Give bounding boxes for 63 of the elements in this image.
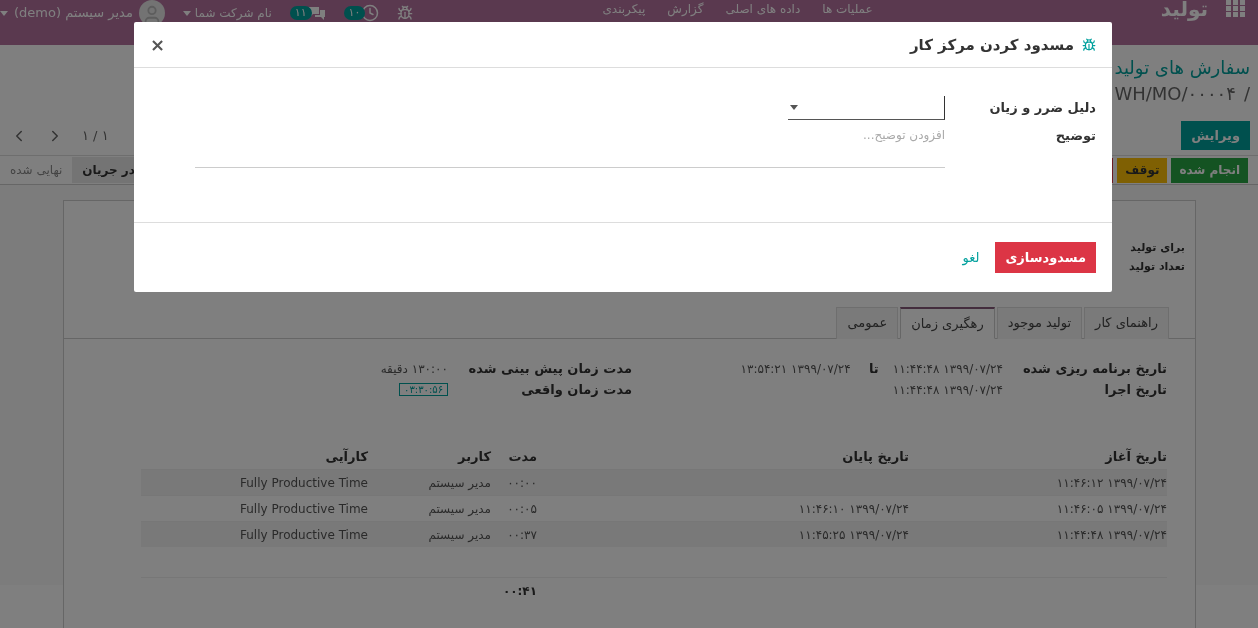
total-value: ۰۰:۴۱ [501, 583, 537, 598]
field-value: ۱۳۹۹/۰۷/۲۴ ۱۳:۵۴:۲۱ [740, 361, 851, 376]
table-cell-text: مدیر سیستم [427, 501, 491, 516]
field-label: تاریخ اجرا [1103, 382, 1167, 397]
table-cell-text: Fully Productive Time [239, 475, 368, 490]
column-header[interactable]: تاریخ پایان [537, 448, 909, 464]
table-cell-text: ۱۳۹۹/۰۷/۲۴ ۱۱:۴۴:۴۸ [1055, 527, 1167, 542]
tab[interactable]: عمومی [836, 307, 899, 339]
timer-value: ۰۳:۳۰:۵۶ [399, 383, 448, 396]
status-button[interactable]: انجام شده [1171, 157, 1248, 183]
table-cell-text: Fully Productive Time [239, 527, 368, 542]
count-badge: ۱۱ [289, 6, 312, 20]
tab[interactable]: تولید موجود [996, 307, 1083, 339]
field-label: تاریخ برنامه ریزی شده [1021, 361, 1167, 376]
breadcrumb-separator: / [1243, 82, 1250, 106]
block-button[interactable]: مسدودسازی [995, 242, 1096, 273]
cancel-link[interactable]: لغو [962, 250, 980, 265]
column-header[interactable]: کاربر [368, 448, 491, 464]
edit-button[interactable]: ویرایش [1181, 121, 1250, 150]
column-header[interactable]: تاریخ آغاز [909, 448, 1167, 464]
table-cell-text: ۱۳۹۹/۰۷/۲۴ ۱۱:۴۶:۰۵ [1055, 501, 1167, 516]
column-header[interactable]: مدت [491, 448, 537, 464]
pager-value: ۱ / ۱ [82, 128, 109, 143]
reason-select[interactable] [788, 96, 945, 120]
menu-item[interactable]: پیکربندی [602, 1, 646, 17]
column-header[interactable]: کارآیی [141, 448, 368, 464]
tab[interactable]: راهنمای کار [1084, 307, 1169, 339]
field-value: ۱۳۰:۰۰ دقیقه [380, 361, 448, 376]
company-switcher[interactable]: نام شرکت شما [182, 5, 272, 21]
count-badge: ۱۰ [343, 6, 366, 20]
tab[interactable]: رهگیری زمان [900, 307, 995, 339]
close-button[interactable]: × [148, 34, 168, 55]
field-label: دلیل ضرر و زیان [988, 99, 1096, 115]
table-cell-text: ۱۳۹۹/۰۷/۲۴ ۱۱:۴۵:۲۵ [797, 527, 909, 542]
status-stage[interactable]: نهایی شده [0, 157, 73, 183]
table-cell-text: Fully Productive Time [239, 501, 368, 516]
form-label: تعداد تولید [1129, 260, 1185, 273]
table-cell-text: ۱۳۹۹/۰۷/۲۴ ۱۱:۴۶:۱۰ [797, 501, 909, 516]
field-label: تا [868, 361, 879, 376]
bug-icon [1082, 37, 1096, 52]
caret-icon [0, 10, 8, 16]
field-label: مدت زمان واقعی [520, 382, 632, 397]
caret-icon [182, 10, 191, 16]
menu-item[interactable]: گزارش [667, 1, 704, 17]
menu-item[interactable]: داده های اصلی [725, 1, 801, 17]
menu-item[interactable]: عملیات ها [822, 1, 873, 17]
field-label: توضیح [1054, 127, 1096, 143]
table-cell-text: ۰۰:۰۵ [506, 501, 537, 516]
field-value: ۱۳۹۹/۰۷/۲۴ ۱۱:۴۴:۴۸ [892, 382, 1003, 397]
status-button[interactable]: توقف [1117, 157, 1168, 183]
table-cell-text: ۰۰:۳۷ [506, 527, 537, 542]
field-value: ۱۳۹۹/۰۷/۲۴ ۱۱:۴۴:۴۸ [892, 361, 1003, 376]
table-cell-text: مدیر سیستم [427, 527, 491, 542]
table-cell-text: ۱۳۹۹/۰۷/۲۴ ۱۱:۴۶:۱۲ [1055, 475, 1167, 490]
caret-icon [790, 105, 798, 110]
dialog-title: مسدود کردن مرکز کار [909, 35, 1074, 54]
table-cell-text: ۰۰:۰۰ [506, 475, 537, 490]
table-cell-text: مدیر سیستم [427, 475, 491, 490]
bug-icon[interactable] [397, 5, 414, 21]
record-name: WH/MO/۰۰۰۰۴ [1114, 82, 1236, 106]
field-label: مدت زمان پیش بینی شده [467, 361, 632, 376]
form-label: برای تولید [1130, 241, 1185, 254]
apps-menu-icon[interactable] [1226, 0, 1246, 18]
